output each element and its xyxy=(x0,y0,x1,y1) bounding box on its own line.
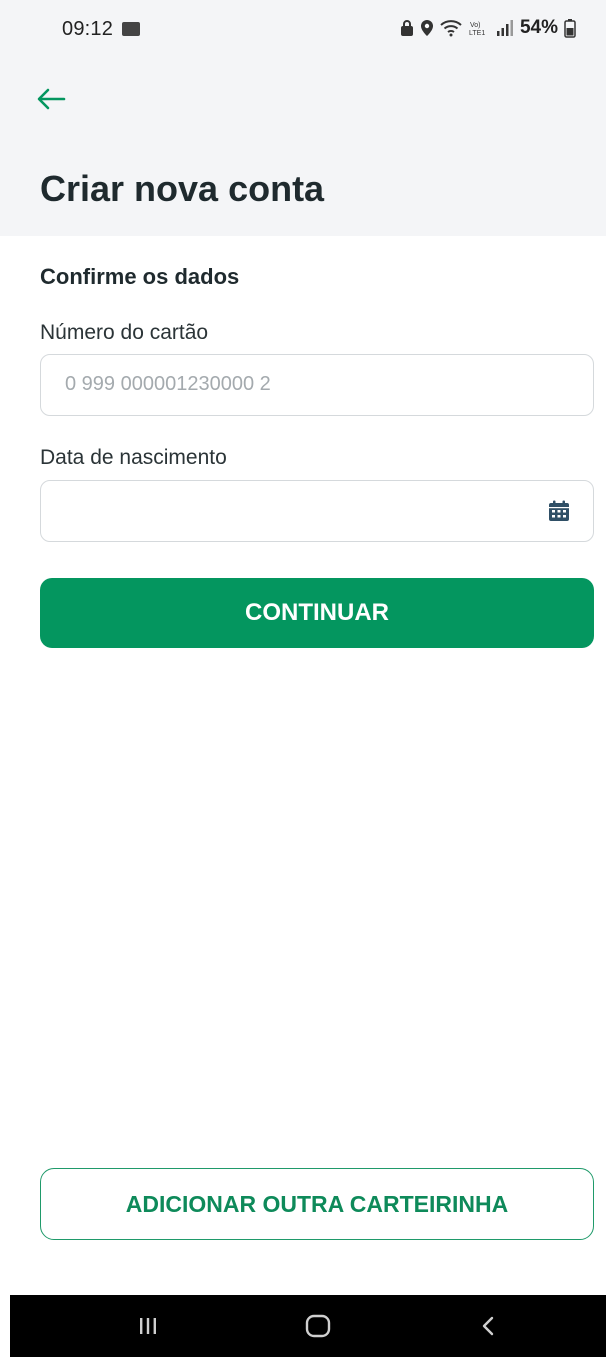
card-number-input[interactable] xyxy=(65,355,535,414)
card-number-label: Número do cartão xyxy=(40,321,209,344)
volte-icon: Vo) LTE1 xyxy=(469,22,485,37)
recent-apps-icon xyxy=(140,1318,156,1334)
card-number-field[interactable] xyxy=(40,354,594,416)
home-icon xyxy=(305,1314,331,1338)
battery-icon xyxy=(564,19,576,38)
back-icon xyxy=(482,1316,494,1336)
recent-apps-button[interactable] xyxy=(113,1295,183,1357)
signal-icon xyxy=(496,20,513,36)
page-title: Criar nova conta xyxy=(40,168,325,209)
add-another-card-button[interactable]: ADICIONAR OUTRA CARTEIRINHA xyxy=(40,1168,594,1240)
calendar-icon[interactable] xyxy=(547,499,571,523)
wifi-icon xyxy=(440,20,462,37)
section-title: Confirme os dados xyxy=(40,264,240,289)
svg-text:LTE1: LTE1 xyxy=(469,30,485,37)
birth-date-label: Data de nascimento xyxy=(40,446,227,469)
lock-icon xyxy=(400,20,413,36)
svg-text:Vo): Vo) xyxy=(470,22,481,29)
back-button[interactable] xyxy=(453,1295,523,1357)
status-time: 09:12 xyxy=(62,18,114,40)
system-navigation-bar xyxy=(10,1295,606,1357)
location-icon xyxy=(420,20,433,36)
status-bar: 09:12 Vo) LTE1 54% xyxy=(0,0,606,60)
battery-percentage: 54% xyxy=(519,17,558,38)
home-button[interactable] xyxy=(283,1295,353,1357)
arrow-left-icon[interactable] xyxy=(36,86,66,112)
status-icons: Vo) LTE1 54% xyxy=(400,16,576,40)
birth-date-field[interactable] xyxy=(40,480,594,542)
birth-date-input[interactable] xyxy=(65,481,535,540)
gallery-notification-icon xyxy=(122,22,140,36)
continue-button[interactable]: CONTINUAR xyxy=(40,578,594,648)
